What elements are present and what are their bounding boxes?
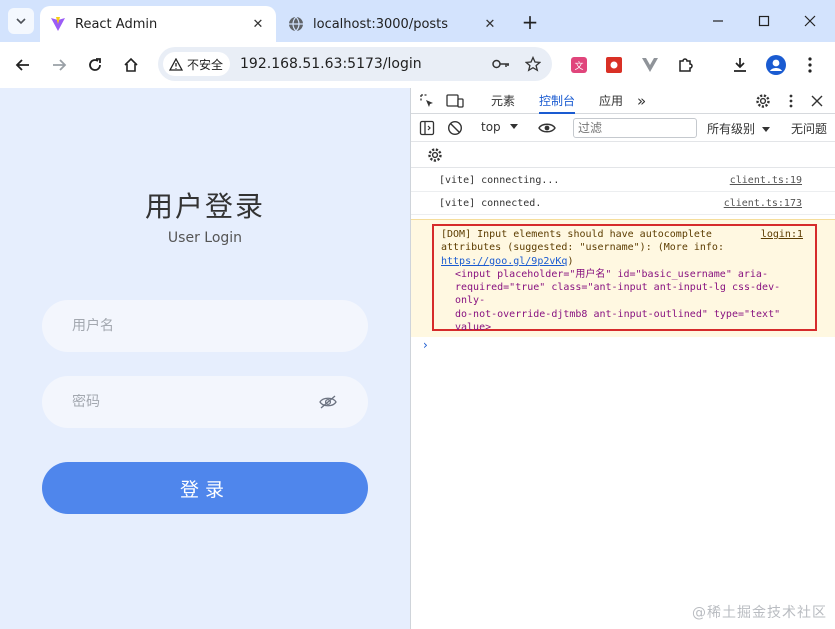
username-field[interactable] [42,300,368,352]
security-label: 不安全 [187,57,224,72]
profile-avatar-icon[interactable] [763,52,789,78]
more-info-link[interactable]: https://goo.gl/9p2vKq [441,256,567,267]
console-filter-input[interactable] [573,118,697,138]
message-source-link[interactable]: client.ts:19 [730,174,802,187]
context-value: top [481,120,501,134]
svg-text:文: 文 [574,60,583,72]
browser-toolbar: 不安全 192.168.51.63:5173/login 文 [0,42,835,88]
tab-application[interactable]: 应用 [599,88,623,114]
home-button[interactable] [116,50,146,80]
devtools-panel: 元素 控制台 应用 » top 所有级别 无问题 [410,88,835,629]
tab-strip: React Admin ✕ localhost:3000/posts ✕ + [0,0,835,42]
minimize-button[interactable] [700,8,736,34]
reload-icon [89,58,101,71]
more-tabs-button[interactable]: » [637,88,646,114]
gear-icon[interactable] [425,145,445,165]
eye-invisible-icon[interactable] [318,392,338,412]
home-icon [124,57,138,72]
tab-title: React Admin [75,16,158,32]
tab-console[interactable]: 控制台 [539,88,576,114]
globe-icon [288,16,304,32]
message-text: [vite] connected. [439,198,542,209]
maximize-icon [758,15,770,27]
forward-button[interactable] [44,50,74,80]
close-window-button[interactable] [792,8,828,34]
clear-console-icon[interactable] [445,118,465,138]
message-text: [vite] connecting... [439,175,560,186]
code-line: do-not-override-djtmb8 ant-input-outline… [455,308,781,320]
watermark: @稀土掘金技术社区 [692,605,827,621]
vite-icon [50,16,66,32]
vue-devtools-icon[interactable] [637,52,663,78]
log-levels-label: 所有级别 [707,122,756,136]
warning-text: attributes (suggested: "username"): (Mor… [441,242,724,254]
warning-text: ) [567,255,574,267]
close-icon[interactable]: ✕ [250,16,266,32]
eye-icon[interactable] [537,118,557,138]
message-source-link[interactable]: client.ts:173 [724,197,802,210]
console-filter-bar: top 所有级别 无问题 [411,114,835,142]
gear-icon[interactable] [753,91,773,111]
tab-react-admin[interactable]: React Admin ✕ [40,6,276,42]
close-icon [804,15,816,27]
code-line: required="true" class="ant-input ant-inp… [455,282,781,307]
console-message: [vite] connected. client.ts:173 [411,192,835,215]
download-icon[interactable] [727,52,753,78]
tab-elements[interactable]: 元素 [491,88,515,114]
chevron-down-icon [16,18,26,25]
tab-title: localhost:3000/posts [313,16,449,32]
issues-counter[interactable]: 无问题 [791,120,827,137]
security-indicator[interactable]: 不安全 [163,52,231,76]
warning-line: [DOM] Input elements should have autocom… [441,229,712,240]
sidebar-toggle-icon[interactable] [417,118,437,138]
devtools-tab-bar: 元素 控制台 应用 » [411,88,835,114]
arrow-right-icon [53,59,67,71]
password-field[interactable] [42,376,368,428]
device-toolbar-icon[interactable] [445,91,465,111]
key-icon[interactable] [488,51,514,77]
caret-down-icon [761,127,770,132]
minimize-icon [713,20,723,22]
code-line: <input placeholder="用户名" id="basic_usern… [455,268,768,280]
console-output: [vite] connecting... client.ts:19 [vite]… [411,169,835,337]
tab-search-button[interactable] [8,8,34,34]
reload-button[interactable] [80,50,110,80]
login-button[interactable]: 登录 [42,462,368,514]
star-icon[interactable] [520,51,546,77]
url-text[interactable]: 192.168.51.63:5173/login [240,56,488,72]
message-source-link[interactable]: login:1 [761,228,803,241]
highlighted-warning: login:1 [DOM] Input elements should have… [432,224,817,334]
code-line: value> [455,322,492,334]
translate-extension-icon[interactable]: 文 [566,52,592,78]
red-extension-icon[interactable] [601,52,627,78]
kebab-menu-icon[interactable] [797,52,823,78]
page-title: 用户登录 [144,190,265,223]
page-subtitle: User Login [167,230,243,246]
context-selector[interactable]: top [481,120,518,134]
tab-localhost-posts[interactable]: localhost:3000/posts ✕ [278,6,508,42]
username-input[interactable] [72,318,338,334]
console-message: [vite] connecting... client.ts:19 [411,169,835,192]
warning-line: attributes (suggested: "username"): (Mor… [441,241,807,268]
console-prompt[interactable]: › [423,338,428,352]
arrow-left-icon [15,59,29,71]
console-settings-row [411,142,835,168]
password-input[interactable] [72,394,318,410]
log-levels-dropdown[interactable]: 所有级别 [707,120,770,137]
close-icon[interactable]: ✕ [482,16,498,32]
puzzle-icon[interactable] [673,52,699,78]
back-button[interactable] [8,50,38,80]
warning-icon [169,57,183,71]
login-page: 用户登录 User Login 登录 [0,88,410,629]
caret-down-icon [509,124,518,129]
kebab-menu-icon[interactable] [781,91,801,111]
close-icon[interactable] [807,91,827,111]
inspect-element-icon[interactable] [417,91,437,111]
new-tab-button[interactable]: + [518,10,542,34]
address-bar[interactable]: 不安全 192.168.51.63:5173/login [158,47,552,81]
maximize-button[interactable] [746,8,782,34]
console-warning: login:1 [DOM] Input elements should have… [411,219,835,337]
